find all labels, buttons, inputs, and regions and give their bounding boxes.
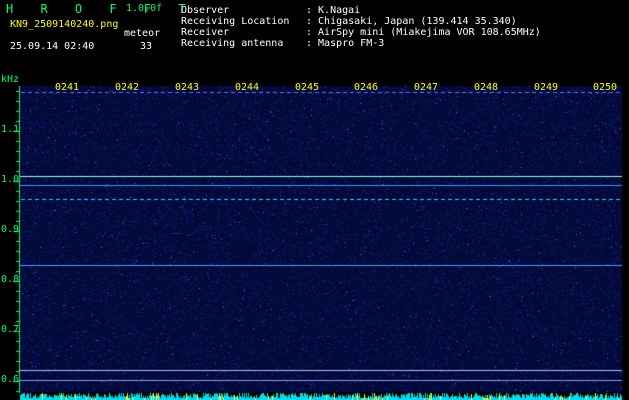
y-tick-0.6: 0.6 <box>1 374 20 385</box>
filename: KN9_2509140240.png <box>10 19 119 30</box>
y-tick-1.0: 1.0 <box>1 174 20 185</box>
axis-unit: kHz <box>1 74 20 85</box>
info-location-label: Receiving Location <box>181 16 290 27</box>
info-location-value: : Chigasaki, Japan (139.414 35.340) <box>306 16 517 27</box>
y-tick-1.1: 1.1 <box>1 124 20 135</box>
app-brand: H R O F F T <box>6 2 196 16</box>
app-version: 1.0.0f <box>126 3 163 14</box>
meteor-count: 33 <box>140 41 153 52</box>
waterfall-spectrogram <box>0 0 629 400</box>
time-tick-0241: 0241 <box>55 82 80 93</box>
time-tick-0246: 0246 <box>354 82 379 93</box>
y-tick-0.7: 0.7 <box>1 324 20 335</box>
time-tick-0245: 0245 <box>295 82 320 93</box>
meteor-label: meteor <box>124 28 161 39</box>
info-receiver-label: Receiver <box>181 27 230 38</box>
info-observer-value: : K.Nagai <box>306 5 361 16</box>
time-tick-0249: 0249 <box>534 82 559 93</box>
time-tick-0248: 0248 <box>474 82 499 93</box>
info-receiver-value: : AirSpy mini (Miakejima VOR 108.65MHz) <box>306 27 541 38</box>
y-tick-0.9: 0.9 <box>1 224 20 235</box>
time-tick-0247: 0247 <box>414 82 439 93</box>
time-tick-0250: 0250 <box>593 82 618 93</box>
time-tick-0242: 0242 <box>115 82 140 93</box>
time-tick-0244: 0244 <box>235 82 260 93</box>
info-observer-label: Observer <box>181 5 230 16</box>
info-antenna-label: Receiving antenna <box>181 38 284 49</box>
time-tick-0243: 0243 <box>175 82 200 93</box>
y-tick-0.8: 0.8 <box>1 274 20 285</box>
info-antenna-value: : Maspro FM-3 <box>306 38 385 49</box>
datetime: 25.09.14 02:40 <box>10 41 95 52</box>
